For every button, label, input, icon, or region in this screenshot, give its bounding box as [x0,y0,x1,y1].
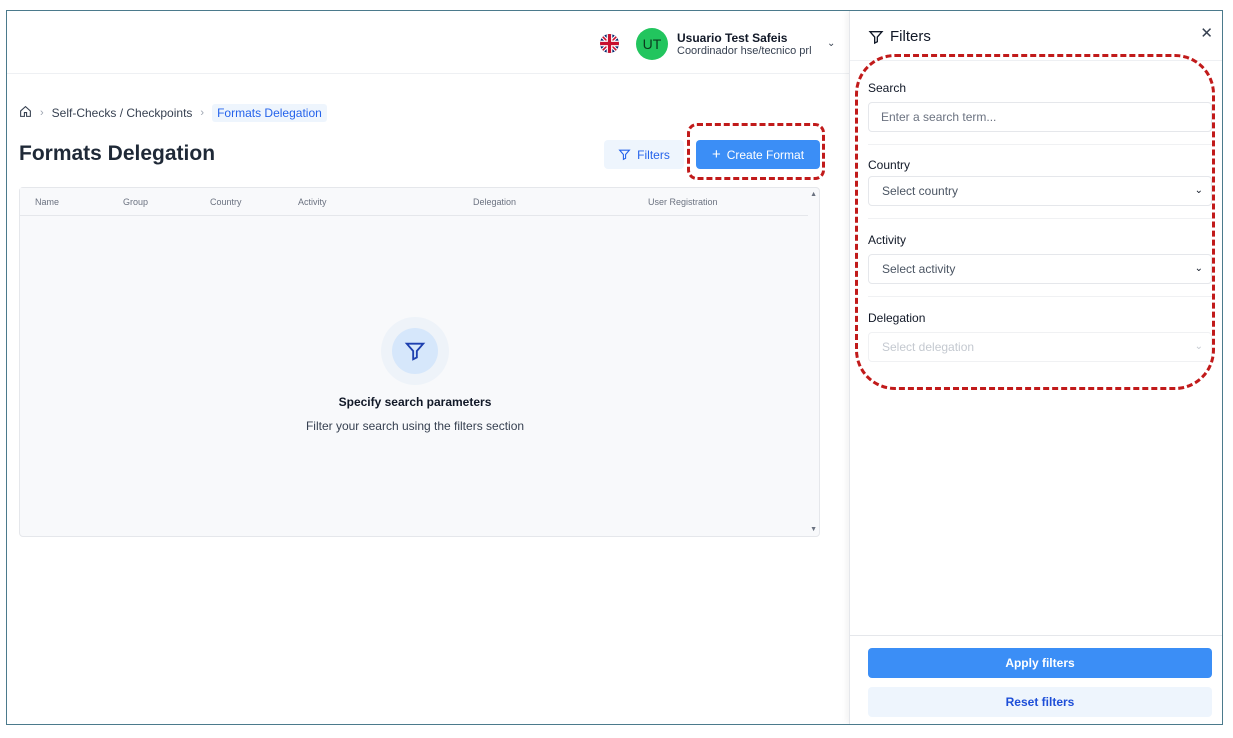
column-header-group[interactable]: Group [123,197,148,207]
empty-state-title: Specify search parameters [338,395,492,409]
column-header-name[interactable]: Name [35,197,59,207]
chevron-right-icon: › [200,107,205,119]
data-table: Name Group Country Activity Delegation U… [19,187,820,537]
user-name[interactable]: Usuario Test Safeis [677,31,787,45]
filters-panel: Filters ✕ Search Country Select country … [849,11,1222,724]
column-header-activity[interactable]: Activity [298,197,327,207]
filters-button-label: Filters [637,147,670,162]
scroll-down-arrow[interactable]: ▼ [810,526,817,533]
close-icon[interactable]: ✕ [1200,24,1213,42]
column-header-user-registration[interactable]: User Registration [648,197,718,207]
filter-icon [404,342,426,361]
scroll-up-arrow[interactable]: ▲ [810,191,817,198]
main-content: UT Usuario Test Safeis Coordinador hse/t… [7,11,849,724]
filter-icon [618,149,631,161]
breadcrumb-item-self-checks[interactable]: Self-Checks / Checkpoints [52,106,193,120]
column-header-delegation[interactable]: Delegation [473,197,516,207]
filter-icon [868,30,884,44]
empty-state-icon [381,317,449,385]
highlight-create-button [687,123,825,180]
filters-panel-title-text: Filters [890,28,931,45]
breadcrumb: › Self-Checks / Checkpoints › Formats De… [19,104,327,122]
uk-flag-icon[interactable] [600,34,619,53]
app-window: UT Usuario Test Safeis Coordinador hse/t… [6,10,1223,725]
top-bar: UT Usuario Test Safeis Coordinador hse/t… [7,11,849,74]
chevron-right-icon: › [40,107,44,119]
column-header-country[interactable]: Country [210,197,242,207]
highlight-filters-section [855,54,1215,390]
chevron-down-icon[interactable]: ⌄ [827,38,835,49]
filters-panel-footer: Apply filters Reset filters [850,635,1222,724]
avatar[interactable]: UT [636,28,668,60]
filters-panel-title: Filters [868,28,931,45]
reset-filters-button[interactable]: Reset filters [868,687,1212,717]
home-icon[interactable] [19,105,32,121]
page-title: Formats Delegation [19,142,216,165]
table-header: Name Group Country Activity Delegation U… [20,188,808,216]
filters-button[interactable]: Filters [604,140,684,169]
user-role: Coordinador hse/tecnico prl [677,45,812,57]
empty-state-subtitle: Filter your search using the filters sec… [305,419,525,433]
apply-filters-button[interactable]: Apply filters [868,648,1212,678]
breadcrumb-item-current: Formats Delegation [212,104,327,122]
